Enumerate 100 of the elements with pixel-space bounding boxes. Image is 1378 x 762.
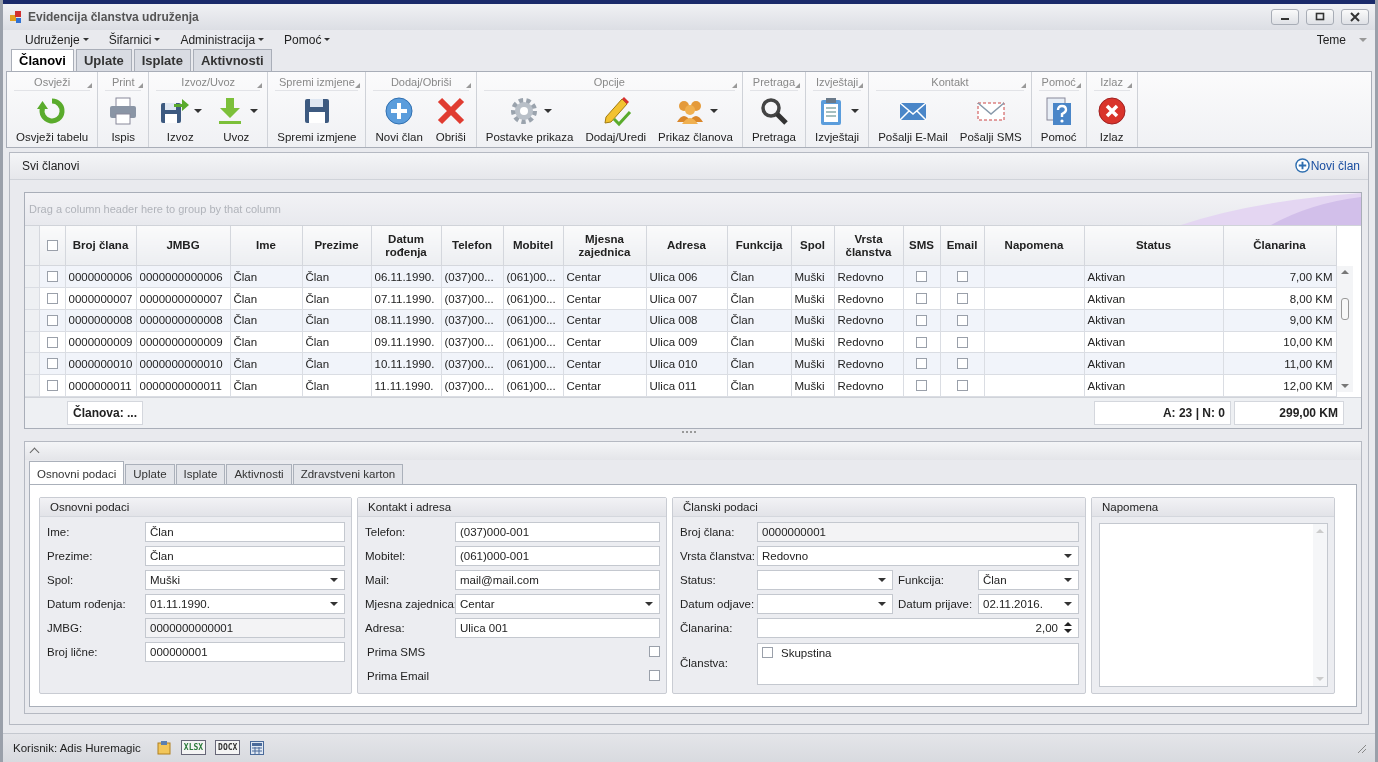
close-button[interactable] [1341,9,1369,26]
column-header[interactable]: Mjesna zajednica [563,225,646,266]
ribbon-button[interactable]: Pretraga [745,90,802,147]
checkbox[interactable] [916,314,927,326]
column-header[interactable]: Status [1084,225,1223,266]
ribbon-tab[interactable]: Isplate [133,48,191,71]
checkbox[interactable] [956,271,968,283]
column-header[interactable]: Telefon [441,225,503,266]
dialog-launcher-icon[interactable] [257,82,263,88]
checkbox[interactable] [46,314,58,326]
tab[interactable]: Isplate [175,463,226,484]
new-member-link[interactable]: Novi član [1294,158,1360,174]
column-header[interactable]: Email [940,225,984,266]
column-header[interactable]: Mobitel [503,225,563,266]
dialog-launcher-icon[interactable] [858,82,864,88]
dropdown-field[interactable]: Muški [145,569,345,590]
ribbon-button[interactable]: Ispis [101,90,146,147]
column-header[interactable]: Ime [230,225,302,266]
tab[interactable]: Uplate [125,463,175,484]
tab[interactable]: Aktivnosti [226,463,292,484]
checkbox[interactable] [762,647,773,659]
theme-menu[interactable]: Teme [1316,32,1367,47]
checkbox[interactable] [916,336,927,348]
input-field[interactable]: (061)000-001 [455,545,660,566]
column-header[interactable]: Spol [791,225,834,266]
dialog-launcher-icon[interactable] [795,82,800,88]
ribbon-button[interactable]: Osvježi tabelu [10,90,95,147]
column-header[interactable]: Vrsta članstva [834,225,903,266]
column-header[interactable]: Članarina [1223,225,1336,266]
menu-item[interactable]: Pomoć [284,32,331,47]
input-field[interactable]: 000000001 [145,641,345,662]
dialog-launcher-icon[interactable] [465,82,471,88]
ribbon-button[interactable]: Postavke prikaza [479,90,580,147]
dialog-launcher-icon[interactable] [1020,82,1026,88]
column-header[interactable]: Napomena [984,225,1084,266]
dialog-launcher-icon[interactable] [731,82,737,88]
ribbon-tab[interactable]: Aktivnosti [192,48,272,71]
ribbon-tab[interactable]: Uplate [75,48,132,71]
ribbon-button[interactable]: Prikaz članova [652,90,739,147]
input-field[interactable]: Član [145,545,345,566]
checkbox[interactable] [916,271,927,283]
menu-item[interactable]: Administracija [180,32,265,47]
folder-icon[interactable] [155,739,172,756]
column-header[interactable]: Adresa [646,225,727,266]
checkbox[interactable] [956,336,968,348]
column-header[interactable]: SMS [903,225,940,266]
input-field[interactable]: 0000000001 [757,521,1079,542]
ribbon-button[interactable]: Izvještaji [809,90,866,147]
column-header[interactable]: Broj člana [65,225,136,266]
ribbon-button[interactable]: Spremi izmjene [271,90,363,147]
ribbon-button[interactable]: Pošalji E-Mail [872,90,954,147]
dialog-launcher-icon[interactable] [87,82,93,88]
checkbox[interactable] [956,358,968,370]
tab[interactable]: Osnovni podaci [29,460,125,484]
checkbox[interactable] [46,240,58,252]
ribbon-button[interactable]: Novi član [369,90,429,147]
link-text[interactable]: Novi član [1310,158,1360,173]
checkbox[interactable] [956,293,968,305]
checkbox[interactable] [46,293,58,305]
menu-item[interactable]: Šifarnici [108,32,161,47]
checkbox[interactable] [46,271,58,283]
checkbox[interactable] [916,380,927,392]
spin-field[interactable]: 2,00 [757,617,1079,638]
dialog-launcher-icon[interactable] [138,82,144,88]
column-header[interactable]: Prezime [302,225,371,266]
input-field[interactable]: Ulica 001 [455,617,660,638]
ribbon-button[interactable]: Uvoz [208,90,265,147]
ribbon-button[interactable]: Obriši [428,90,473,147]
checkbox[interactable] [46,358,58,370]
dropdown-field[interactable] [757,593,893,614]
checkbox[interactable] [956,314,968,326]
dropdown-field[interactable]: Centar [455,593,660,614]
maximize-button[interactable] [1306,9,1334,26]
input-field[interactable]: (037)000-001 [455,521,660,542]
checkbox[interactable] [649,670,660,682]
tab[interactable]: Zdravstveni karton [292,463,404,484]
dialog-launcher-icon[interactable] [1126,82,1132,88]
dropdown-field[interactable]: Redovno [757,545,1079,566]
dropdown-field[interactable]: 02.11.2016. [978,593,1079,614]
checkbox[interactable] [916,358,927,370]
minimize-button[interactable] [1271,9,1299,26]
ribbon-button[interactable]: Izlaz [1089,90,1134,147]
ribbon-button[interactable]: Izvoz [152,90,209,147]
column-header[interactable]: JMBG [136,225,230,266]
dropdown-field[interactable]: 01.11.1990. [145,593,345,614]
column-header[interactable]: Funkcija [727,225,791,266]
ribbon-button[interactable]: Pomoć [1034,90,1083,147]
ribbon-button[interactable]: Pošalji SMS [953,90,1028,147]
input-field[interactable]: mail@mail.com [455,569,660,590]
dialog-launcher-icon[interactable] [355,82,361,88]
checkbox[interactable] [956,380,968,392]
note-field[interactable] [1099,522,1328,687]
membership-list[interactable]: Skupstina [757,642,1079,685]
dialog-launcher-icon[interactable] [1075,82,1081,88]
checkbox[interactable] [46,336,58,348]
file-format-icon[interactable]: XLSX [180,740,207,756]
file-format-icon[interactable]: DOCX [215,740,241,756]
menu-item[interactable]: Udruženje [25,32,89,47]
dropdown-field[interactable] [757,569,893,590]
checkbox[interactable] [649,646,660,658]
